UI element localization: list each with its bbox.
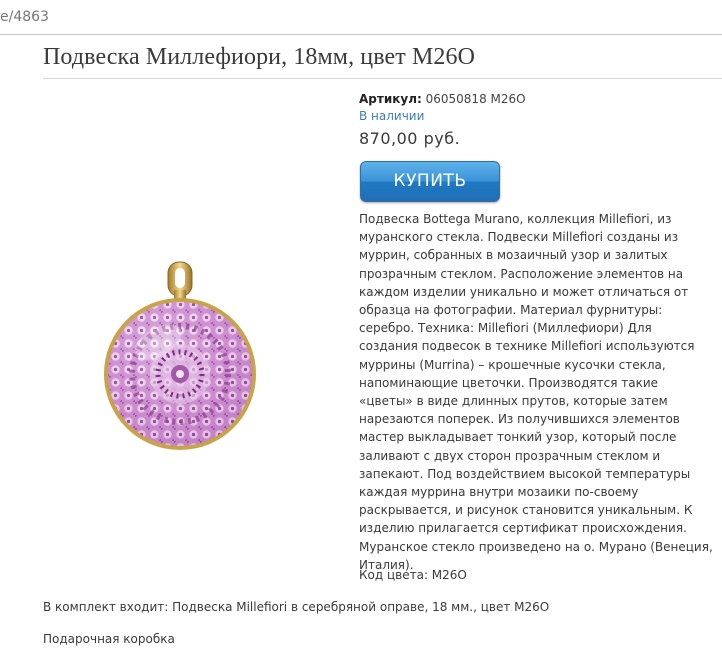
title-divider (43, 78, 722, 79)
buy-button[interactable]: КУПИТЬ (360, 161, 500, 202)
sku-line: Артикул: 06050818 M26O (359, 92, 526, 106)
sku-label: Артикул: (359, 92, 422, 106)
url-text[interactable]: e/4863 (0, 9, 49, 25)
product-image (104, 261, 256, 450)
kit-contents: В комплект входит: Подвеска Millefiori в… (43, 600, 550, 614)
color-code: Код цвета: M26O (359, 568, 467, 582)
sku-value: 06050818 M26O (425, 92, 526, 106)
address-bar[interactable]: e/4863 (0, 0, 722, 35)
product-description: Подвеска Bottega Murano, коллекция Mille… (359, 212, 713, 572)
page-title: Подвеска Миллефиори, 18мм, цвет M26O (43, 44, 476, 70)
stock-status: В наличии (359, 109, 425, 123)
gift-box-note: Подарочная коробка (43, 632, 175, 646)
price: 870,00 руб. (359, 129, 461, 148)
